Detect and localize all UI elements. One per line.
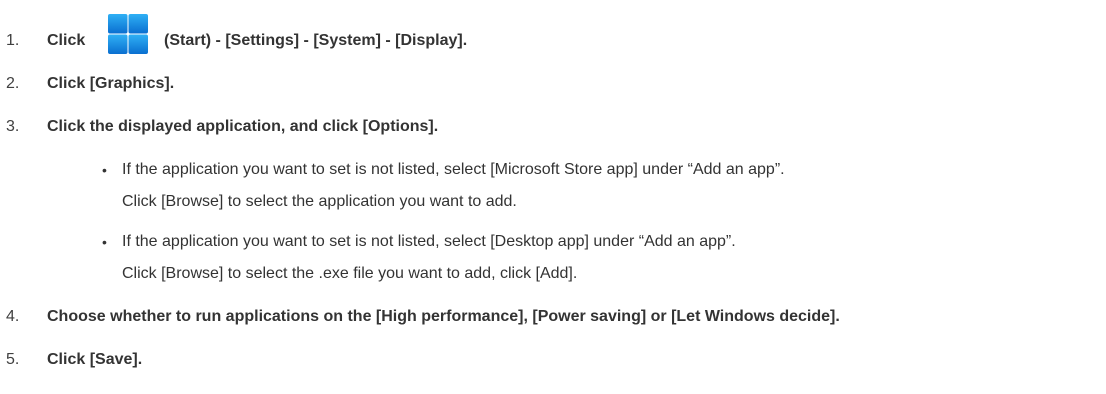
step-text: Click <box>47 32 86 49</box>
step-text: Click [Save]. <box>47 351 143 368</box>
step-number: 4. <box>6 308 20 325</box>
bullet-continuation: Click [Browse] to select the application… <box>122 193 517 210</box>
step-text-continued: (Start) - [Settings] - [System] - [Displ… <box>164 32 468 49</box>
bullet-text: If the application you want to set is no… <box>122 161 785 178</box>
step-number: 5. <box>6 351 20 368</box>
step-number: 3. <box>6 118 20 135</box>
step-number: 2. <box>6 75 20 92</box>
step-text: Click [Graphics]. <box>47 75 175 92</box>
windows-start-icon <box>108 14 148 54</box>
step-number: 1. <box>6 32 20 49</box>
bullet-text: If the application you want to set is no… <box>122 233 736 250</box>
bullet-dot: • <box>102 162 107 178</box>
step-text: Choose whether to run applications on th… <box>47 308 840 325</box>
bullet-dot: • <box>102 234 107 250</box>
step-text: Click the displayed application, and cli… <box>47 118 439 135</box>
bullet-continuation: Click [Browse] to select the .exe file y… <box>122 265 578 282</box>
